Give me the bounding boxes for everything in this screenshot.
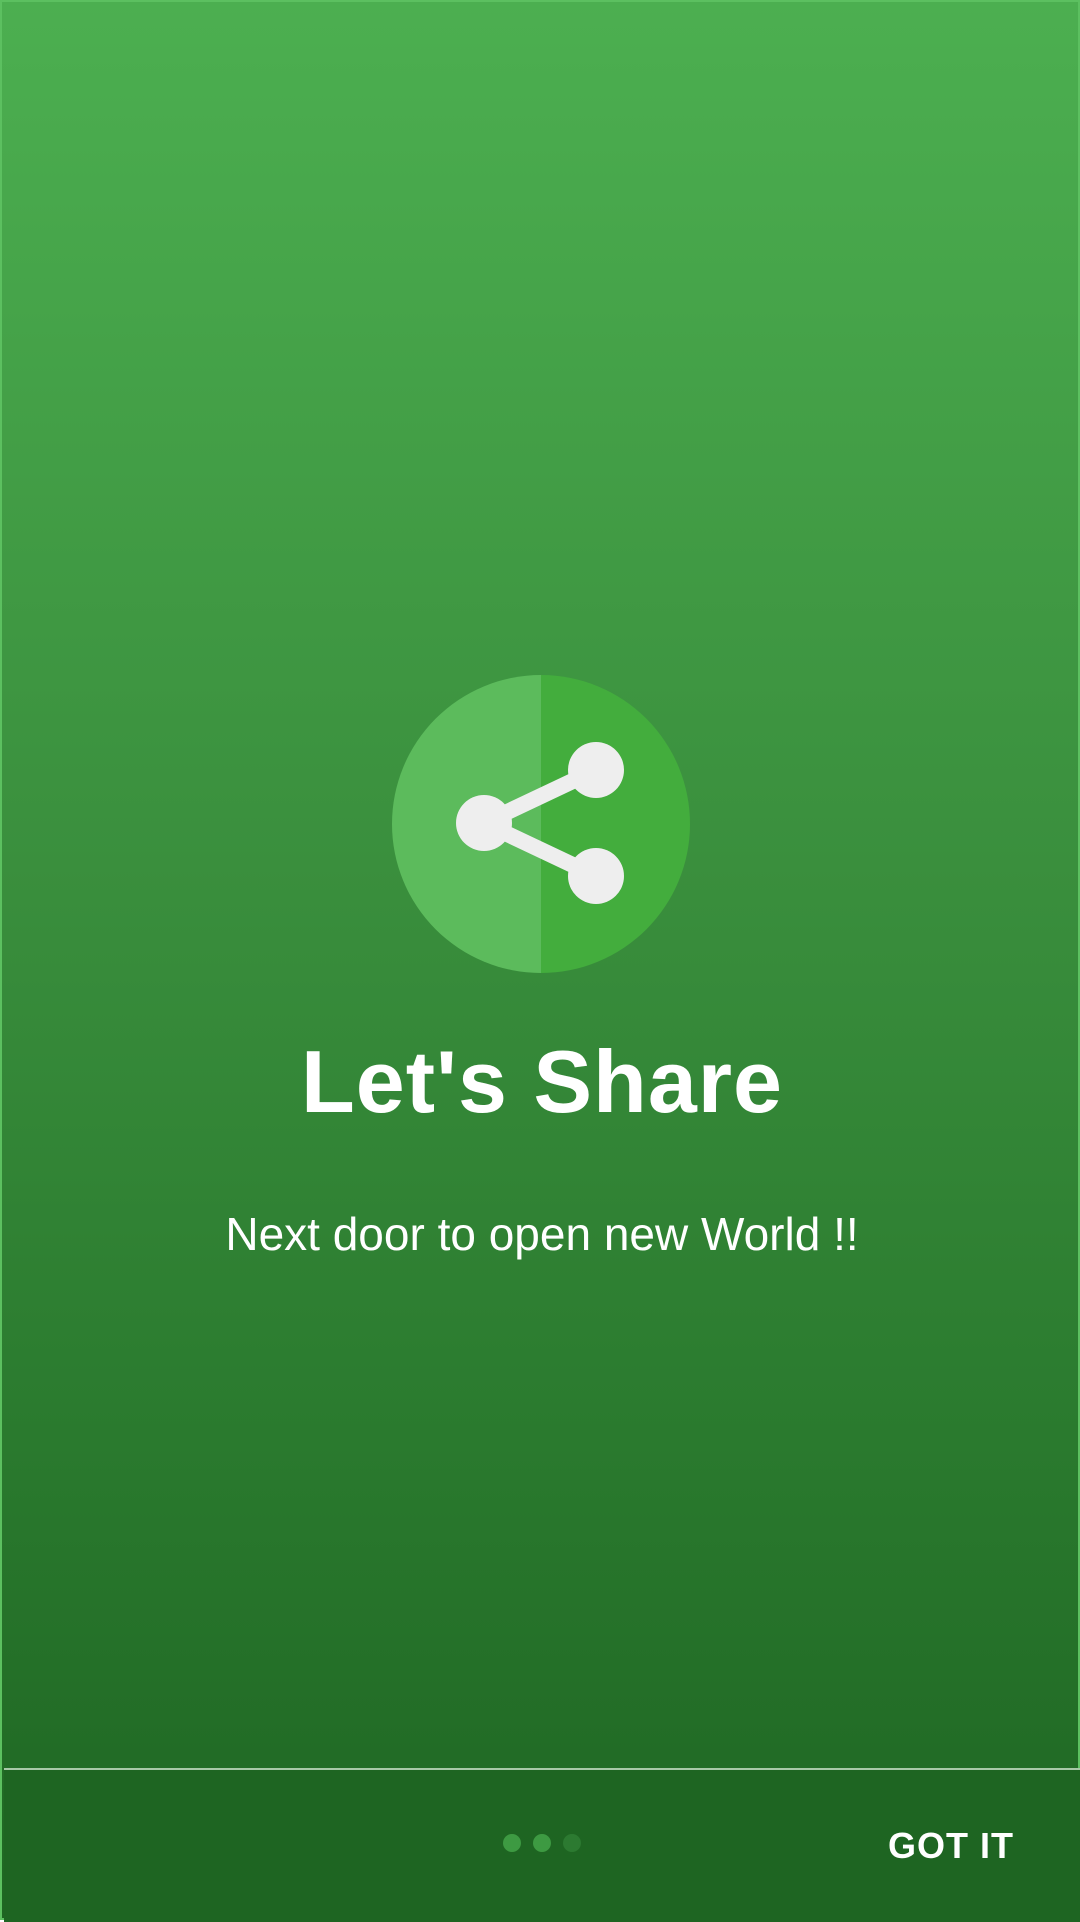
page-indicator-dot-1 bbox=[503, 1834, 521, 1852]
got-it-button[interactable]: GOT IT bbox=[888, 1818, 1014, 1874]
page-subtitle: Next door to open new World !! bbox=[225, 1208, 859, 1260]
page-title: Let's Share bbox=[301, 1032, 783, 1131]
page-indicator-dot-2 bbox=[533, 1834, 551, 1852]
page-indicator-dot-3 bbox=[563, 1834, 581, 1852]
intro-slide-screen: Let's Share Next door to open new World … bbox=[0, 0, 1080, 1922]
share-icon bbox=[392, 675, 690, 973]
bottom-bar: GOT IT bbox=[4, 1768, 1080, 1922]
